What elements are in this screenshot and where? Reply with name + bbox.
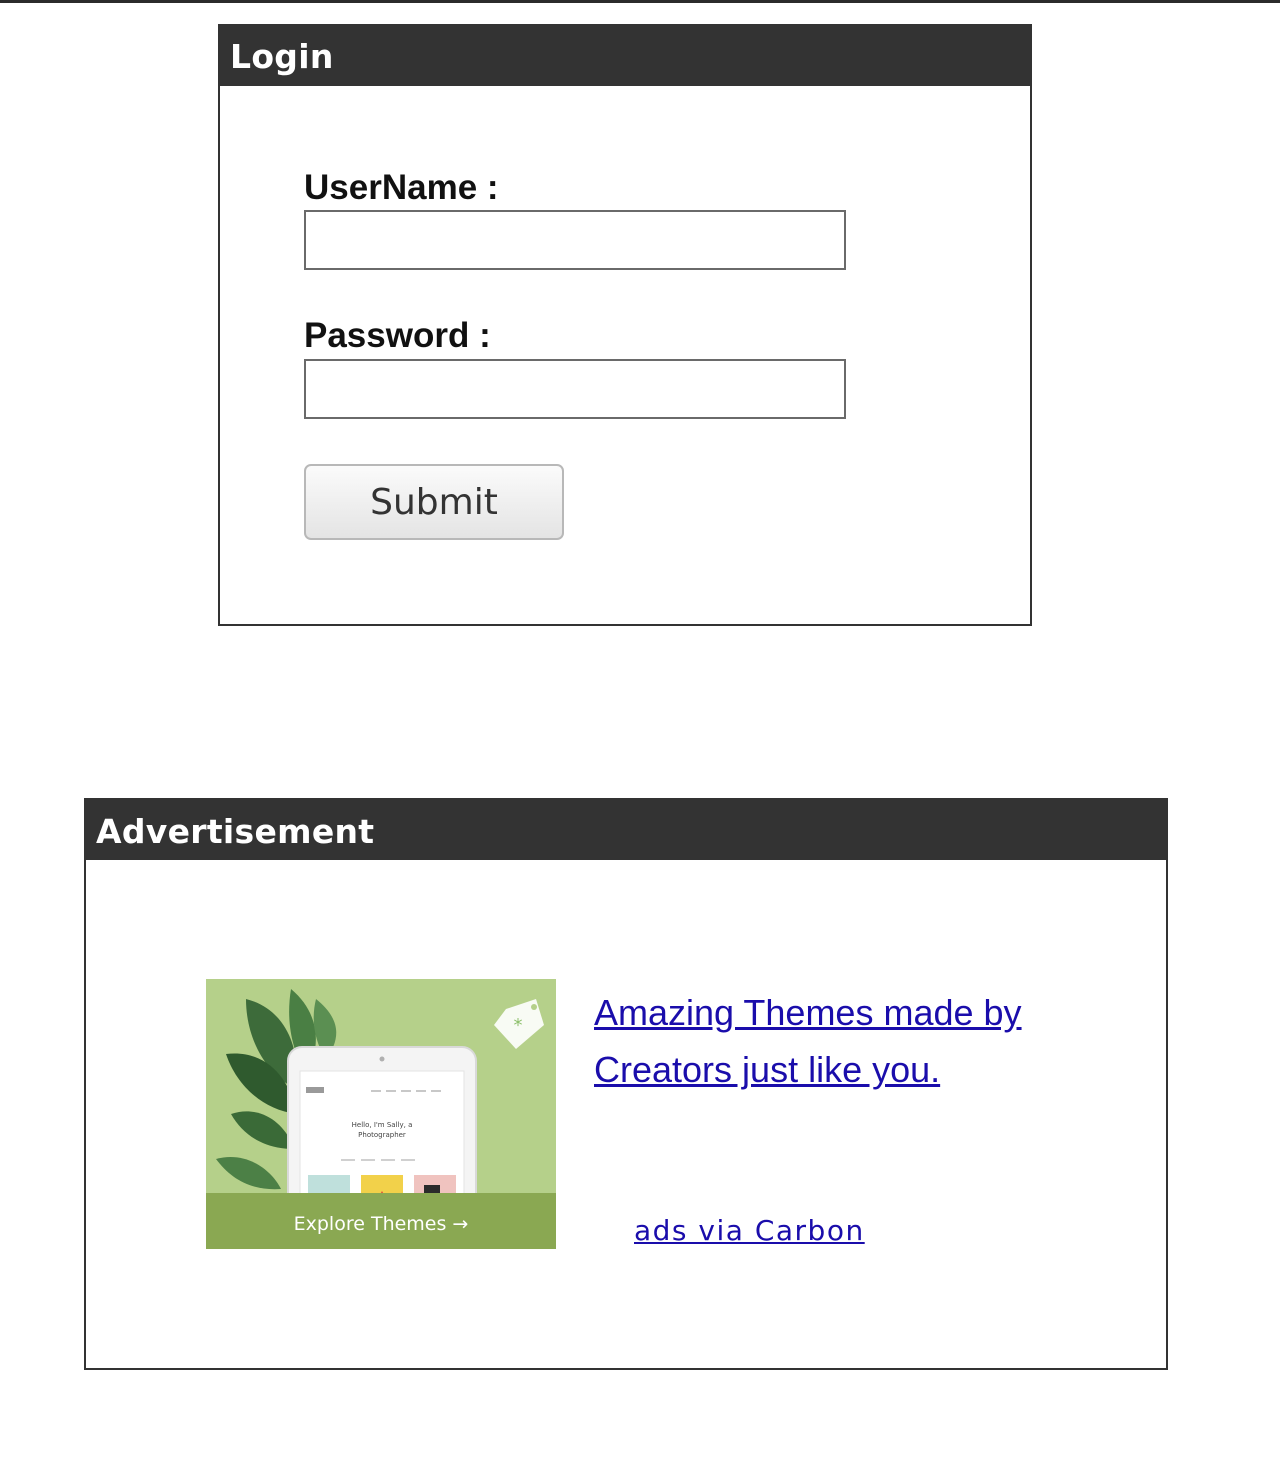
device-greeting-line1: Hello, I'm Sally, a (352, 1121, 413, 1129)
password-label: Password : (304, 316, 491, 355)
username-label: UserName : (304, 168, 499, 207)
password-input[interactable] (304, 359, 846, 419)
login-header: Login (220, 26, 1030, 86)
ad-headline-link[interactable]: Amazing Themes made by Creators just lik… (594, 984, 1064, 1098)
top-rule (0, 0, 1280, 3)
device-greeting-line2: Photographer (358, 1131, 406, 1139)
explore-themes-label: Explore Themes → (294, 1213, 469, 1235)
svg-text:*: * (514, 1015, 523, 1036)
ads-via-carbon-link[interactable]: ads via Carbon (634, 1214, 865, 1247)
submit-button[interactable]: Submit (304, 464, 564, 540)
login-panel: Login UserName : Password : Submit (218, 24, 1032, 626)
username-input[interactable] (304, 210, 846, 270)
ad-image-link[interactable]: Hello, I'm Sally, a Photographer * Explo… (206, 979, 556, 1249)
advertisement-panel: Advertisement Hello, I'm Sally, a Photog… (84, 798, 1168, 1370)
advertisement-header: Advertisement (86, 800, 1166, 860)
ad-banner-image: Hello, I'm Sally, a Photographer * Explo… (206, 979, 556, 1249)
